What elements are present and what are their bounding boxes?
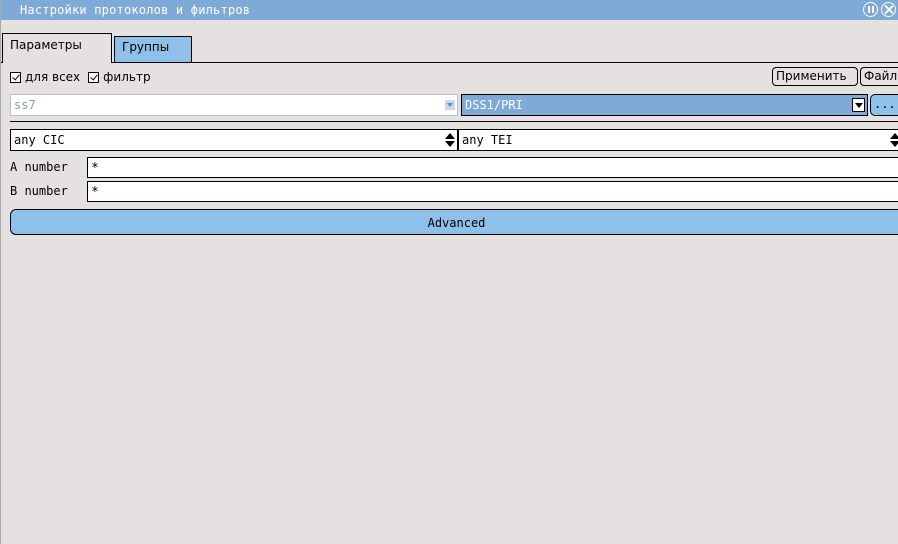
b-number-label: B number — [10, 184, 68, 198]
advanced-button[interactable]: Advanced — [10, 209, 898, 235]
tei-selector[interactable]: any TEI — [458, 129, 898, 151]
apply-button[interactable]: Применить — [772, 67, 858, 86]
chevron-down-icon[interactable] — [445, 100, 455, 110]
title-bar[interactable]: Настройки протоколов и фильтров — [1, 0, 898, 20]
for-all-checkbox[interactable] — [10, 71, 21, 83]
filter-checkboxes: для всех фильтр — [10, 69, 159, 85]
protocol-left-value: ss7 — [14, 98, 36, 112]
cic-value: any CIC — [14, 133, 65, 147]
b-number-input[interactable]: * — [87, 181, 898, 202]
chevron-down-icon[interactable] — [852, 98, 865, 112]
filter-checkbox[interactable] — [88, 71, 100, 83]
tab-groups[interactable]: Группы — [114, 36, 192, 62]
close-icon[interactable] — [881, 2, 896, 17]
pause-icon[interactable] — [863, 2, 878, 17]
b-number-row: B number * — [10, 181, 898, 202]
tab-divider — [1, 62, 898, 63]
window-title: Настройки протоколов и фильтров — [20, 3, 251, 17]
tei-value: any TEI — [462, 133, 513, 147]
for-all-label: для всех — [25, 70, 81, 84]
settings-window: Настройки протоколов и фильтров Параметр… — [0, 0, 898, 544]
protocol-combo-left[interactable]: ss7 — [10, 94, 458, 116]
file-button[interactable]: Файл — [860, 67, 898, 86]
browse-button[interactable]: ... — [870, 94, 898, 116]
up-down-arrows-icon[interactable] — [445, 132, 455, 148]
a-number-row: A number * — [10, 157, 898, 178]
protocol-combo-right[interactable]: DSS1/PRI — [461, 94, 868, 116]
tab-parameters[interactable]: Параметры — [2, 33, 112, 63]
separator — [10, 121, 898, 122]
filter-label: фильтр — [103, 70, 151, 84]
cic-selector[interactable]: any CIC — [10, 129, 458, 151]
up-down-arrows-icon[interactable] — [890, 132, 898, 148]
protocol-right-value: DSS1/PRI — [465, 98, 523, 112]
a-number-input[interactable]: * — [87, 157, 898, 178]
a-number-label: A number — [10, 160, 68, 174]
